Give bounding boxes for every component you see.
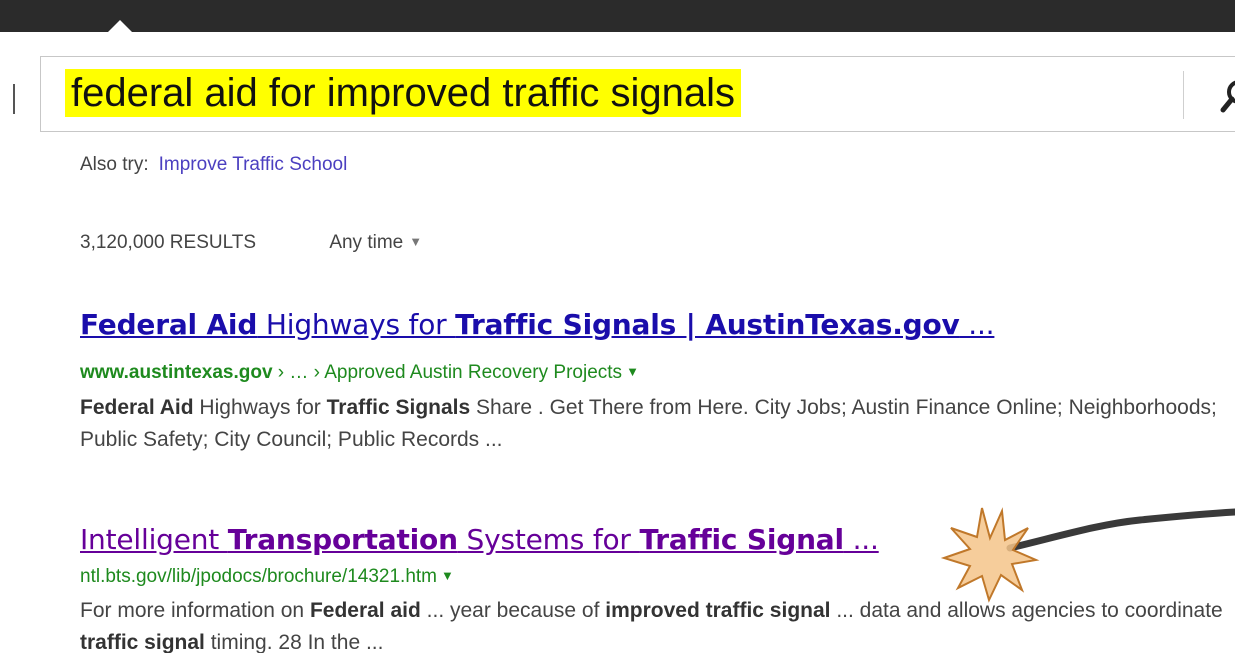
search-icon[interactable] — [1219, 78, 1235, 114]
url-path: ntl.bts.gov/lib/jpodocs/brochure/14321.h… — [80, 566, 437, 587]
snippet-bold: Traffic Signals — [326, 396, 471, 419]
text-cursor — [13, 84, 15, 114]
url-path: › … › Approved Austin Recovery Projects — [272, 362, 623, 383]
snippet-text: Highways for — [193, 396, 327, 419]
title-bold: Traffic Signal — [639, 523, 844, 556]
result-title-link[interactable]: Federal Aid Highways for Traffic Signals… — [80, 308, 995, 341]
time-filter-label: Any time — [329, 232, 404, 253]
chevron-down-icon: ▼ — [409, 234, 423, 249]
top-nav-bar — [0, 0, 1235, 32]
title-bold: Federal Aid — [80, 308, 258, 341]
annotation-line — [1006, 508, 1235, 552]
snippet-bold: traffic signal — [80, 631, 205, 653]
title-text: Systems for — [457, 523, 640, 556]
result-snippet: Federal Aid Highways for Traffic Signals… — [80, 392, 1230, 456]
snippet-bold: Federal aid — [309, 599, 421, 622]
chevron-down-icon[interactable]: ▼ — [626, 364, 639, 379]
active-tab-indicator — [108, 20, 132, 32]
results-stats: 3,120,000 RESULTS Any time ▼ — [80, 232, 422, 254]
result-url[interactable]: www.austintexas.gov › … › Approved Austi… — [80, 362, 639, 384]
search-divider — [1183, 71, 1184, 119]
starburst-icon — [940, 507, 1040, 603]
snippet-text: timing. 28 In the ... — [204, 631, 384, 653]
title-text: Intelligent — [80, 523, 228, 556]
also-try-label: Also try: — [80, 154, 149, 175]
title-text: Highways for — [257, 308, 456, 341]
chevron-down-icon[interactable]: ▼ — [441, 568, 454, 583]
search-input[interactable]: federal aid for improved traffic signals — [65, 69, 742, 117]
title-text: ... — [843, 523, 879, 556]
snippet-text: ... year because of — [420, 599, 606, 622]
url-domain: www.austintexas.gov — [80, 362, 273, 383]
snippet-bold: Federal Aid — [80, 396, 194, 419]
time-filter-dropdown[interactable]: Any time ▼ — [329, 232, 422, 253]
title-text: ... — [959, 308, 995, 341]
result-title-link[interactable]: Intelligent Transportation Systems for T… — [80, 523, 879, 556]
results-count: 3,120,000 RESULTS — [80, 232, 257, 253]
also-try-link[interactable]: Improve Traffic School — [159, 154, 348, 175]
also-try: Also try: Improve Traffic School — [80, 154, 347, 176]
title-bold: Traffic Signals | AustinTexas.gov — [455, 308, 960, 341]
snippet-text: ... data and allows agencies to coordina… — [830, 599, 1223, 622]
snippet-bold: improved traffic signal — [605, 599, 831, 622]
snippet-text: For more information on — [80, 599, 310, 622]
result-url[interactable]: ntl.bts.gov/lib/jpodocs/brochure/14321.h… — [80, 566, 454, 588]
title-bold: Transportation — [227, 523, 458, 556]
result-snippet: For more information on Federal aid ... … — [80, 595, 1230, 653]
search-box[interactable]: federal aid for improved traffic signals — [40, 56, 1235, 132]
